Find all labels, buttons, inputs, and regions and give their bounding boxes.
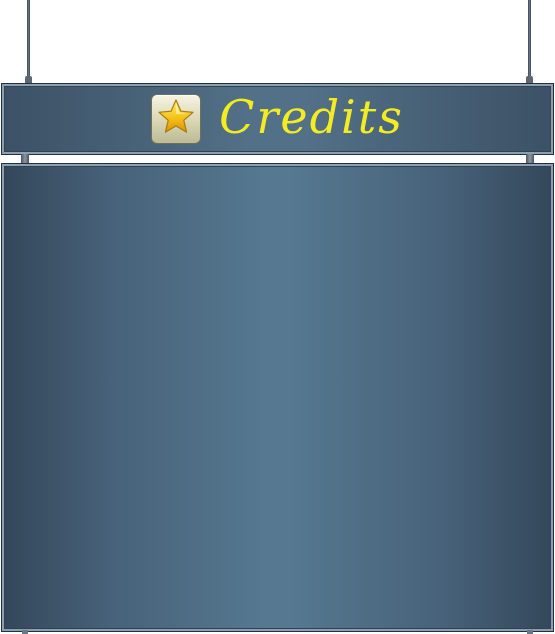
panel-foot-right xyxy=(527,630,533,634)
page-title: Credits xyxy=(219,90,404,144)
credits-panel xyxy=(1,163,554,632)
hanging-wire-left xyxy=(27,0,30,84)
title-row: Credits xyxy=(2,84,553,154)
star-icon xyxy=(156,97,196,141)
title-sign: Credits xyxy=(1,83,554,155)
hanging-wire-right xyxy=(528,0,531,84)
credits-screen: Credits xyxy=(0,0,555,634)
panel-foot-left xyxy=(22,630,28,634)
star-badge xyxy=(151,94,202,144)
